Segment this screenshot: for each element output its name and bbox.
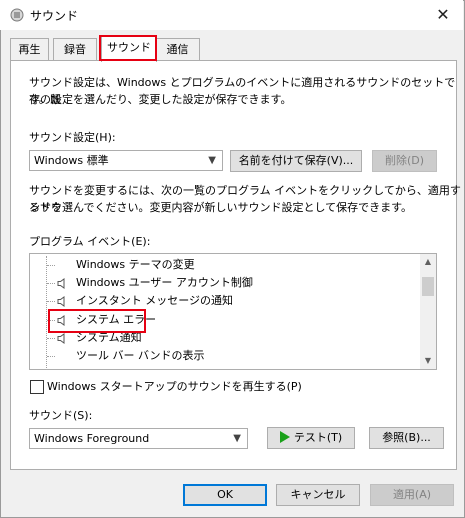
event-label: Windows テーマの変更 — [76, 258, 195, 271]
close-icon[interactable]: ✕ — [432, 4, 454, 26]
list-item[interactable]: Windows テーマの変更 — [30, 256, 420, 274]
scheme-select-value: Windows 標準 — [34, 154, 109, 167]
tree-connector — [47, 301, 55, 302]
scroll-thumb[interactable] — [422, 277, 434, 296]
list-item[interactable]: インスタント メッセージの通知 — [30, 292, 420, 310]
test-button-label: テスト(T) — [293, 431, 343, 444]
tree-connector — [47, 283, 55, 284]
event-label: Windows ユーザー アカウント制御 — [76, 276, 253, 289]
startup-sound-label: Windows スタートアップのサウンドを再生する(P) — [47, 380, 302, 393]
event-label: インスタント メッセージの通知 — [76, 294, 234, 307]
speaker-icon — [57, 333, 65, 344]
list-item[interactable]: ツール バー バンドの表示 — [30, 347, 420, 365]
delete-button[interactable]: 削除(D) — [372, 150, 437, 172]
selected-event-highlight — [48, 309, 146, 333]
sound-label: サウンド(S): — [29, 409, 93, 422]
save-as-button[interactable]: 名前を付けて保存(V)... — [230, 150, 362, 172]
test-button[interactable]: テスト(T) — [267, 427, 355, 449]
tab-playback[interactable]: 再生 — [10, 38, 49, 61]
browse-button[interactable]: 参照(B)... — [369, 427, 444, 449]
play-icon — [279, 431, 290, 443]
tab-recording[interactable]: 録音 — [53, 38, 97, 61]
tree-connector — [47, 265, 55, 266]
cancel-button[interactable]: キャンセル — [276, 484, 360, 506]
chevron-down-icon: ▼ — [233, 433, 241, 444]
instructions-line-2: ンドを選んでください。変更内容が新しいサウンド設定として保存できます。 — [29, 201, 413, 214]
scheme-select[interactable]: Windows 標準 ▼ — [29, 150, 223, 171]
tab-communications[interactable]: 通信 — [155, 38, 200, 61]
startup-sound-checkbox[interactable] — [30, 380, 44, 394]
description-line-2: 存の設定を選んだり、変更した設定が保存できます。 — [29, 93, 292, 106]
speaker-title-icon — [10, 8, 24, 22]
events-label: プログラム イベント(E): — [29, 235, 151, 248]
scroll-up-icon[interactable]: ▲ — [420, 254, 436, 270]
tree-connector — [47, 356, 55, 357]
scroll-down-icon[interactable]: ▼ — [420, 353, 436, 369]
ok-button[interactable]: OK — [183, 484, 267, 506]
window-title: サウンド — [30, 9, 79, 23]
apply-button[interactable]: 適用(A) — [370, 484, 454, 506]
speaker-icon — [57, 296, 65, 307]
scheme-label: サウンド設定(H): — [29, 131, 116, 144]
vertical-scrollbar[interactable]: ▲ ▼ — [420, 254, 436, 369]
chevron-down-icon: ▼ — [208, 155, 216, 166]
tab-sounds-highlight — [99, 35, 157, 61]
sound-select-value: Windows Foreground — [34, 432, 150, 445]
speaker-icon — [57, 278, 65, 289]
event-label: ツール バー バンドの表示 — [76, 349, 205, 362]
list-item[interactable]: Windows ユーザー アカウント制御 — [30, 274, 420, 292]
tree-connector — [47, 338, 55, 339]
sound-select[interactable]: Windows Foreground ▼ — [29, 428, 248, 449]
